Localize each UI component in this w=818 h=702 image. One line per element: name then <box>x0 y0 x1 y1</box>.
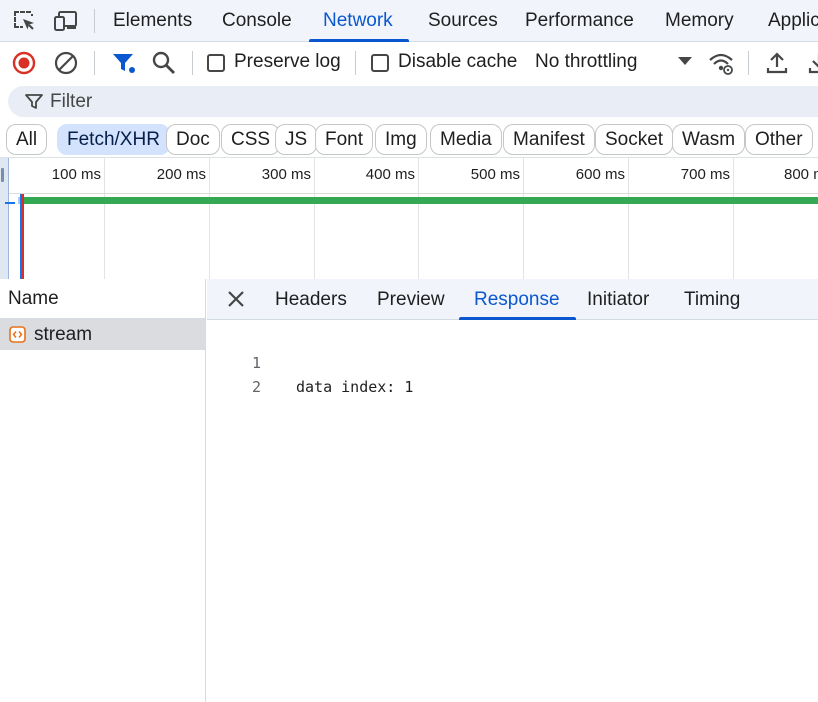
type-filter-doc[interactable]: Doc <box>166 124 220 155</box>
tab-bar-divider <box>94 9 95 33</box>
timeline-tick: 300 ms <box>261 166 311 183</box>
timeline-gridline <box>209 158 210 279</box>
tab-performance[interactable]: Performance <box>525 0 634 42</box>
request-detail-tabs: Headers Preview Response Initiator Timin… <box>207 279 818 320</box>
toolbar-divider <box>355 51 356 75</box>
request-name: stream <box>34 324 93 345</box>
type-filter-media[interactable]: Media <box>430 124 502 155</box>
waterfall-stub <box>5 202 15 204</box>
timeline-tick: 400 ms <box>365 166 415 183</box>
type-filter-css[interactable]: CSS <box>221 124 281 155</box>
tab-application[interactable]: Applic <box>768 0 818 42</box>
load-event-marker <box>22 194 24 279</box>
toolbar-divider <box>94 51 95 75</box>
timeline-gridline <box>418 158 419 279</box>
toolbar-divider <box>748 51 749 75</box>
import-har-icon[interactable] <box>764 50 790 76</box>
drag-handle-icon[interactable] <box>1 168 4 182</box>
timeline-gridline <box>628 158 629 279</box>
network-toolbar: Preserve log Disable cache No throttling <box>0 42 818 82</box>
preserve-log-checkbox[interactable] <box>207 54 225 72</box>
name-column-header[interactable]: Name <box>0 279 205 319</box>
tab-headers[interactable]: Headers <box>275 279 347 320</box>
timeline-tick: 600 ms <box>575 166 625 183</box>
tab-network[interactable]: Network <box>309 0 409 42</box>
type-filter-socket[interactable]: Socket <box>595 124 674 155</box>
close-icon[interactable] <box>227 290 245 308</box>
timeline-gridline <box>104 158 105 279</box>
type-filter-fetch-xhr[interactable]: Fetch/XHR <box>57 124 170 155</box>
device-toolbar-icon[interactable] <box>54 9 80 33</box>
filter-funnel-icon[interactable] <box>111 50 137 76</box>
disable-cache-checkbox[interactable] <box>371 54 389 72</box>
type-filter-font[interactable]: Font <box>315 124 374 155</box>
tab-sources[interactable]: Sources <box>428 0 498 42</box>
type-filter-wasm[interactable]: Wasm <box>672 124 746 155</box>
network-conditions-icon[interactable] <box>708 50 734 76</box>
type-filter-js[interactable]: JS <box>275 124 318 155</box>
request-row[interactable]: stream <box>0 319 205 350</box>
response-body[interactable]: 1 data index: 1 2 <box>207 320 818 702</box>
timeline-tick: 500 ms <box>470 166 520 183</box>
waterfall-bar <box>22 197 818 204</box>
tab-preview[interactable]: Preview <box>377 279 445 320</box>
clear-icon[interactable] <box>53 50 79 76</box>
record-stop-icon[interactable] <box>11 50 37 76</box>
search-icon[interactable] <box>151 50 177 76</box>
disable-cache-label[interactable]: Disable cache <box>398 42 517 82</box>
line-number: 2 <box>251 378 261 396</box>
devtools-tab-bar: Elements Console Network Sources Perform… <box>0 0 818 42</box>
timeline-tick: 200 ms <box>156 166 206 183</box>
filter-input[interactable]: Filter <box>8 86 818 117</box>
request-list: Name stream <box>0 279 206 702</box>
inspect-element-icon[interactable] <box>12 9 38 33</box>
timeline-selection-handle[interactable] <box>0 158 9 279</box>
filter-funnel-icon <box>24 92 44 112</box>
throttling-select[interactable]: No throttling <box>535 42 637 82</box>
line-text: data index: 1 <box>296 378 414 396</box>
tab-timing[interactable]: Timing <box>684 279 740 320</box>
type-filter-other[interactable]: Other <box>745 124 813 155</box>
timeline-gridline <box>733 158 734 279</box>
network-overview-timeline[interactable]: 100 ms 200 ms 300 ms 400 ms 500 ms 600 m… <box>0 157 818 279</box>
timeline-ruler <box>0 193 818 194</box>
tab-console[interactable]: Console <box>222 0 292 42</box>
tab-response[interactable]: Response <box>459 279 576 320</box>
timeline-gridline <box>314 158 315 279</box>
tab-elements[interactable]: Elements <box>113 0 192 42</box>
type-filter-manifest[interactable]: Manifest <box>503 124 595 155</box>
timeline-gridline <box>523 158 524 279</box>
chevron-down-icon[interactable] <box>678 57 692 65</box>
type-filter-all[interactable]: All <box>6 124 48 155</box>
tab-initiator[interactable]: Initiator <box>587 279 649 320</box>
code-line: 1 data index: 1 <box>207 327 413 396</box>
export-har-icon[interactable] <box>806 50 818 76</box>
timeline-tick: 700 ms <box>680 166 730 183</box>
timeline-tick: 800 m <box>784 166 818 183</box>
filter-placeholder: Filter <box>50 91 93 112</box>
fetch-request-icon <box>9 326 26 343</box>
timeline-tick: 100 ms <box>51 166 101 183</box>
toolbar-divider <box>192 51 193 75</box>
tab-memory[interactable]: Memory <box>665 0 734 42</box>
type-filter-img[interactable]: Img <box>375 124 427 155</box>
code-line: 2 <box>207 351 261 396</box>
preserve-log-label[interactable]: Preserve log <box>234 42 341 82</box>
